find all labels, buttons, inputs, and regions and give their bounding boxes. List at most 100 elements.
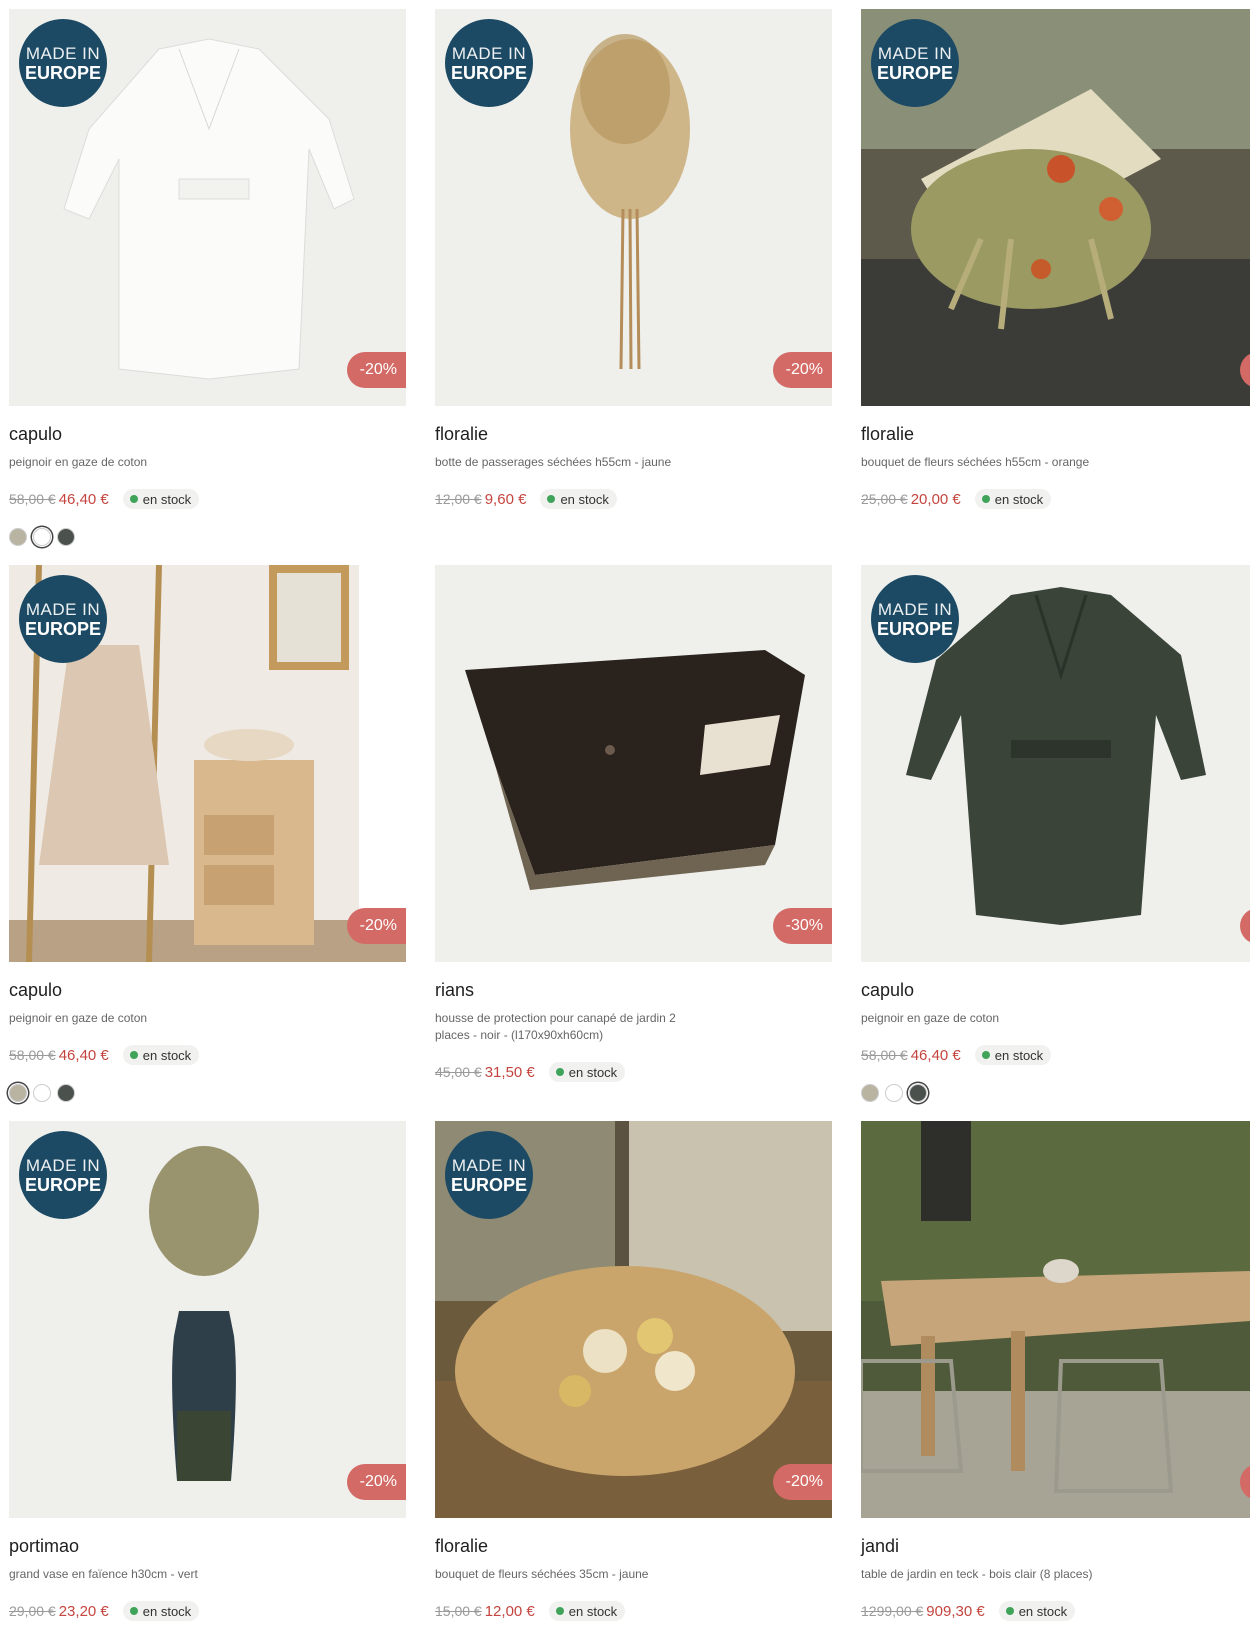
stock-label: en stock bbox=[142, 1603, 192, 1619]
stock-dot-icon bbox=[981, 495, 990, 503]
product-description[interactable]: housse de protection pour canapé de jard… bbox=[435, 1010, 705, 1044]
badge-line2: EUROPE bbox=[876, 62, 954, 83]
product-card[interactable]: MADE IN EUROPE -20% floralie bouquet de … bbox=[435, 1121, 832, 1621]
price-line: 25,00 € 20,00 € en stock bbox=[861, 489, 1250, 509]
swatch-dark-green[interactable] bbox=[57, 528, 75, 546]
new-price: 46,40 € bbox=[58, 1046, 109, 1064]
discount-badge: -20% bbox=[772, 1464, 832, 1500]
badge-line2: EUROPE bbox=[24, 62, 102, 83]
swatch-white[interactable] bbox=[33, 1084, 51, 1102]
stock-badge: en stock bbox=[974, 489, 1052, 509]
product-description[interactable]: grand vase en faïence h30cm - vert bbox=[9, 1566, 406, 1583]
stock-badge: en stock bbox=[122, 1045, 200, 1065]
product-image[interactable]: MADE IN EUROPE -20% bbox=[435, 9, 832, 406]
badge-line1: MADE IN bbox=[25, 599, 101, 619]
product-name[interactable]: jandi bbox=[861, 1536, 1250, 1558]
new-price: 46,40 € bbox=[58, 490, 109, 508]
new-price: 23,20 € bbox=[58, 1602, 109, 1620]
product-description[interactable]: botte de passerages séchées h55cm - jaun… bbox=[435, 454, 832, 471]
old-price: 25,00 € bbox=[861, 491, 908, 507]
discount-badge: -20% bbox=[346, 1464, 406, 1500]
swatch-beige[interactable] bbox=[861, 1084, 879, 1102]
stock-label: en stock bbox=[1018, 1603, 1068, 1619]
product-name[interactable]: portimao bbox=[9, 1536, 406, 1558]
made-in-europe-badge: MADE IN EUROPE bbox=[871, 575, 959, 663]
product-description[interactable]: peignoir en gaze de coton bbox=[9, 1010, 406, 1027]
stock-label: en stock bbox=[142, 1047, 192, 1063]
color-swatches bbox=[9, 528, 406, 546]
badge-line1: MADE IN bbox=[877, 43, 953, 63]
product-image[interactable]: MADE IN EUROPE bbox=[861, 565, 1250, 962]
stock-dot-icon bbox=[129, 495, 138, 503]
stock-dot-icon bbox=[129, 1607, 138, 1615]
product-card[interactable]: -30% rians housse de protection pour can… bbox=[435, 565, 832, 1082]
badge-line1: MADE IN bbox=[451, 43, 527, 63]
swatch-beige[interactable] bbox=[9, 528, 27, 546]
discount-badge: -20% bbox=[346, 908, 406, 944]
price-line: 12,00 € 9,60 € en stock bbox=[435, 489, 832, 509]
made-in-europe-badge: MADE IN EUROPE bbox=[19, 19, 107, 107]
product-card[interactable]: MADE IN EUROPE -20% capulo peignoir en g… bbox=[9, 565, 406, 1102]
product-card[interactable]: MADE IN EUROPE -20% capulo peignoir en g… bbox=[9, 9, 406, 546]
product-image[interactable]: MADE IN EUROPE -20% bbox=[9, 565, 406, 962]
product-description[interactable]: bouquet de fleurs séchées 35cm - jaune bbox=[435, 1566, 832, 1583]
product-description[interactable]: bouquet de fleurs séchées h55cm - orange bbox=[861, 454, 1250, 471]
made-in-europe-badge: MADE IN EUROPE bbox=[445, 1131, 533, 1219]
made-in-europe-badge: MADE IN EUROPE bbox=[445, 19, 533, 107]
old-price: 29,00 € bbox=[9, 1603, 56, 1619]
badge-line1: MADE IN bbox=[25, 1155, 101, 1175]
new-price: 12,00 € bbox=[484, 1602, 535, 1620]
swatch-dark-green[interactable] bbox=[909, 1084, 927, 1102]
product-card[interactable]: MADE IN EUROPE capulo peignoir en gaze d… bbox=[861, 565, 1250, 1102]
badge-line1: MADE IN bbox=[451, 1155, 527, 1175]
product-image[interactable]: MADE IN EUROPE bbox=[861, 9, 1250, 406]
stock-dot-icon bbox=[1005, 1607, 1014, 1615]
stock-dot-icon bbox=[981, 1051, 990, 1059]
product-card[interactable]: MADE IN EUROPE -20% portimao grand vase … bbox=[9, 1121, 406, 1621]
discount-badge: -20% bbox=[772, 352, 832, 388]
swatch-white[interactable] bbox=[33, 528, 51, 546]
stock-dot-icon bbox=[129, 1051, 138, 1059]
stock-badge: en stock bbox=[548, 1601, 626, 1621]
product-card[interactable]: MADE IN EUROPE -20% floralie botte de pa… bbox=[435, 9, 832, 509]
new-price: 20,00 € bbox=[910, 490, 961, 508]
swatch-white[interactable] bbox=[885, 1084, 903, 1102]
product-name[interactable]: floralie bbox=[435, 1536, 832, 1558]
old-price: 45,00 € bbox=[435, 1064, 482, 1080]
stock-dot-icon bbox=[547, 495, 556, 503]
product-image[interactable]: -30% bbox=[435, 565, 832, 962]
product-name[interactable]: capulo bbox=[9, 424, 406, 446]
price-line: 58,00 € 46,40 € en stock bbox=[9, 489, 406, 509]
product-card[interactable]: MADE IN EUROPE floralie bouquet de fleur… bbox=[861, 9, 1250, 509]
product-name[interactable]: capulo bbox=[861, 980, 1250, 1002]
badge-line1: MADE IN bbox=[877, 599, 953, 619]
product-card[interactable]: jandi table de jardin en teck - bois cla… bbox=[861, 1121, 1250, 1621]
old-price: 15,00 € bbox=[435, 1603, 482, 1619]
old-price: 12,00 € bbox=[435, 491, 482, 507]
product-description[interactable]: table de jardin en teck - bois clair (8 … bbox=[861, 1566, 1250, 1583]
stock-badge: en stock bbox=[974, 1045, 1052, 1065]
color-swatches bbox=[861, 1084, 1250, 1102]
swatch-dark-green[interactable] bbox=[57, 1084, 75, 1102]
product-image[interactable]: MADE IN EUROPE -20% bbox=[435, 1121, 832, 1518]
discount-badge: -30% bbox=[772, 908, 832, 944]
product-name[interactable]: floralie bbox=[435, 424, 832, 446]
product-name[interactable]: rians bbox=[435, 980, 832, 1002]
color-swatches bbox=[9, 1084, 406, 1102]
badge-line2: EUROPE bbox=[450, 1174, 528, 1195]
swatch-beige[interactable] bbox=[9, 1084, 27, 1102]
product-image[interactable]: MADE IN EUROPE -20% bbox=[9, 1121, 406, 1518]
product-description[interactable]: peignoir en gaze de coton bbox=[9, 454, 406, 471]
product-image[interactable]: MADE IN EUROPE -20% bbox=[9, 9, 406, 406]
price-line: 58,00 € 46,40 € en stock bbox=[861, 1045, 1250, 1065]
price-line: 29,00 € 23,20 € en stock bbox=[9, 1601, 406, 1621]
product-name[interactable]: capulo bbox=[9, 980, 406, 1002]
stock-label: en stock bbox=[560, 491, 609, 507]
product-description[interactable]: peignoir en gaze de coton bbox=[861, 1010, 1250, 1027]
stock-badge: en stock bbox=[122, 489, 200, 509]
product-image[interactable] bbox=[861, 1121, 1250, 1518]
old-price: 58,00 € bbox=[9, 1047, 56, 1063]
stock-badge: en stock bbox=[540, 489, 617, 509]
product-name[interactable]: floralie bbox=[861, 424, 1250, 446]
new-price: 46,40 € bbox=[910, 1046, 961, 1064]
